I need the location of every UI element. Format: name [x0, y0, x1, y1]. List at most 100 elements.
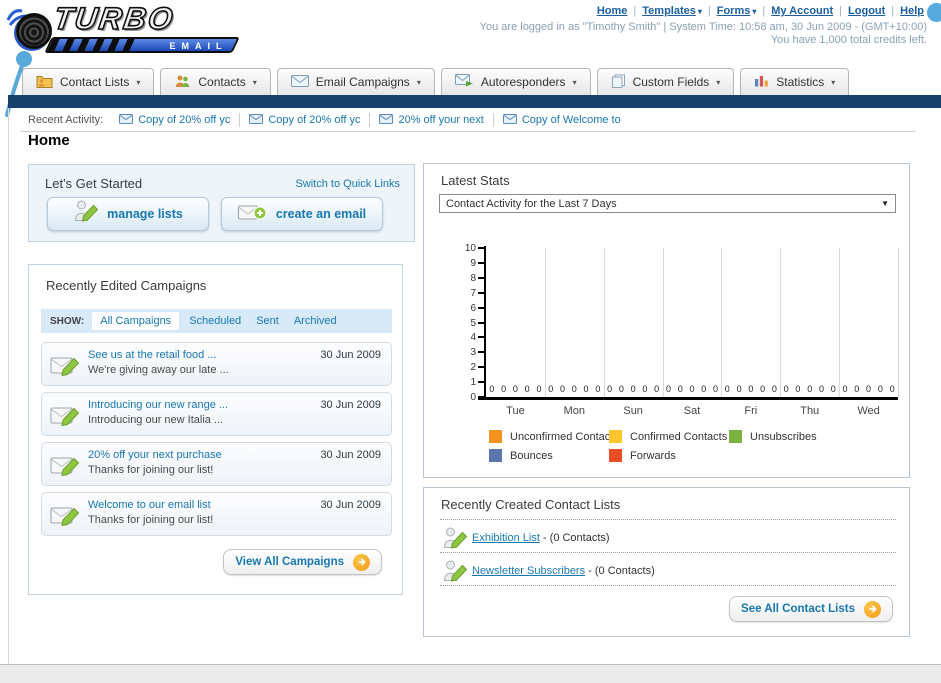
campaign-row[interactable]: See us at the retail food ... We're givin… — [41, 342, 392, 386]
chevron-down-icon: ▾ — [831, 77, 836, 87]
main-nav-tabbar: Contact Lists ▾ Contacts ▾ Email Campaigns ▾ A… — [22, 68, 850, 95]
bars-icon — [754, 74, 769, 90]
y-tick-mark — [478, 351, 484, 354]
y-tick-mark — [478, 306, 484, 309]
chevron-down-icon: ▾ — [572, 77, 577, 87]
gridline — [603, 248, 605, 397]
envelope-pencil-icon — [50, 503, 81, 533]
recent-activity-item[interactable]: Copy of Welcome to — [502, 113, 621, 127]
value-label: 0 — [548, 384, 554, 394]
legend-swatch — [609, 430, 622, 443]
campaign-title-link[interactable]: 20% off your next purchase — [88, 449, 222, 461]
login-status: You are logged in as "Timothy Smith" | S… — [479, 21, 927, 33]
campaign-row[interactable]: Welcome to our email list Thanks for join… — [41, 492, 392, 536]
envelope-icon — [379, 113, 394, 127]
contact-list-item[interactable]: Exhibition List - (0 Contacts) — [472, 532, 610, 544]
nav-separator: | — [891, 5, 895, 17]
y-tick-mark — [478, 381, 484, 384]
recent-activity-item[interactable]: Copy of 20% off yc — [119, 113, 230, 127]
turbo-icon — [16, 13, 52, 49]
filter-archived[interactable]: Archived — [294, 315, 337, 327]
contact-list-link[interactable]: Exhibition List — [472, 532, 540, 544]
y-tick-label: 5 — [470, 317, 476, 329]
recent-activity-link: Copy of Welcome to — [521, 114, 621, 126]
filter-all-campaigns[interactable]: All Campaigns — [92, 312, 180, 330]
value-label: 0 — [489, 384, 495, 394]
logo-stripes — [47, 39, 141, 51]
filter-scheduled[interactable]: Scheduled — [189, 315, 241, 327]
value-label: 0 — [536, 384, 542, 394]
manage-lists-button[interactable]: manage lists — [47, 197, 209, 231]
value-label: 0 — [559, 384, 566, 394]
nav-link-templates[interactable]: Templates ▾ — [642, 5, 702, 17]
navy-divider-bar — [8, 95, 941, 108]
recently-created-contact-lists-panel: Recently Created Contact Lists Exhibitio… — [423, 487, 910, 637]
see-all-contact-lists-button[interactable]: See All Contact Lists — [729, 596, 893, 622]
campaign-title-link[interactable]: See us at the retail food ... — [88, 349, 216, 361]
envelope-pencil-icon — [50, 353, 81, 383]
tab-statistics[interactable]: Statistics ▾ — [740, 68, 850, 95]
recent-activity-item[interactable]: Copy of 20% off yc — [249, 113, 360, 127]
tab-autoresponders[interactable]: Autoresponders ▾ — [440, 68, 591, 95]
chevron-down-icon: ▾ — [136, 77, 141, 87]
value-label: 0 — [736, 384, 742, 394]
activity-divider — [20, 131, 916, 132]
value-label: 0 — [866, 384, 872, 394]
y-tick-mark — [478, 261, 484, 264]
app-logo[interactable]: TURBO EMAIL — [6, 0, 243, 59]
nav-link-forms[interactable]: Forms ▾ — [717, 5, 757, 17]
view-all-campaigns-button[interactable]: View All Campaigns — [223, 549, 382, 575]
envelope-pencil-icon — [50, 453, 81, 483]
campaign-subtitle: Thanks for joining our list! — [88, 514, 214, 526]
value-label: 0 — [724, 384, 730, 394]
x-tick-label: Tue — [506, 405, 525, 417]
tab-contact-lists[interactable]: Contact Lists ▾ — [22, 68, 155, 95]
value-label: 0 — [701, 384, 707, 394]
x-tick-label: Sat — [683, 405, 701, 417]
nav-link-home[interactable]: Home — [597, 5, 628, 17]
campaign-title-link[interactable]: Introducing our new range ... — [88, 399, 228, 411]
y-tick-mark — [478, 336, 484, 339]
filter-sent[interactable]: Sent — [256, 315, 279, 327]
chevron-down-icon: ▾ — [752, 7, 757, 16]
credits-status: You have 1,000 total credits left. — [770, 34, 927, 46]
nav-link-help[interactable]: Help — [900, 5, 924, 17]
corner-dot-decoration — [927, 3, 941, 22]
create-an-email-button[interactable]: create an email — [221, 197, 383, 231]
y-tick-mark — [478, 366, 484, 369]
recent-activity-link: 20% off your next — [398, 114, 484, 126]
gridline — [544, 248, 546, 397]
contact-list-item[interactable]: Newsletter Subscribers - (0 Contacts) — [472, 565, 655, 577]
y-tick-label: 4 — [470, 332, 476, 344]
tab-contacts[interactable]: Contacts ▾ — [160, 68, 271, 95]
y-tick-label: 3 — [470, 347, 476, 359]
value-label: 0 — [571, 384, 577, 394]
campaign-title-link[interactable]: Welcome to our email list — [88, 499, 211, 511]
arrow-right-icon — [864, 600, 881, 618]
y-tick-mark — [478, 276, 484, 279]
tab-custom-fields[interactable]: Custom Fields ▾ — [596, 68, 735, 95]
nav-link-my-account[interactable]: My Account — [771, 5, 833, 17]
chevron-down-icon: ▾ — [416, 77, 421, 87]
chevron-down-icon: ▾ — [252, 77, 257, 87]
value-label: 0 — [501, 384, 507, 394]
x-tick-label: Mon — [563, 405, 585, 417]
view-all-campaigns-label: View All Campaigns — [235, 556, 344, 568]
nav-link-logout[interactable]: Logout — [848, 5, 885, 17]
gridline — [839, 248, 841, 397]
chart-y-axis — [484, 246, 486, 399]
legend-item-forwards: Forwards — [609, 449, 676, 462]
value-label: 0 — [783, 384, 789, 394]
dotted-divider — [440, 552, 896, 553]
switch-to-quick-links-link[interactable]: Switch to Quick Links — [295, 178, 400, 190]
recent-activity-item[interactable]: 20% off your next — [379, 113, 484, 127]
legend-swatch — [489, 449, 502, 462]
tab-email-campaigns[interactable]: Email Campaigns ▾ — [276, 68, 435, 95]
campaign-row[interactable]: 20% off your next purchase Thanks for joi… — [41, 442, 392, 486]
y-tick-label: 2 — [470, 362, 476, 374]
value-label: 0 — [842, 384, 848, 394]
campaign-row[interactable]: Introducing our new range ... Introducing… — [41, 392, 392, 436]
value-label: 0 — [854, 384, 860, 394]
contact-list-link[interactable]: Newsletter Subscribers — [472, 565, 585, 577]
dotted-divider — [440, 585, 896, 586]
